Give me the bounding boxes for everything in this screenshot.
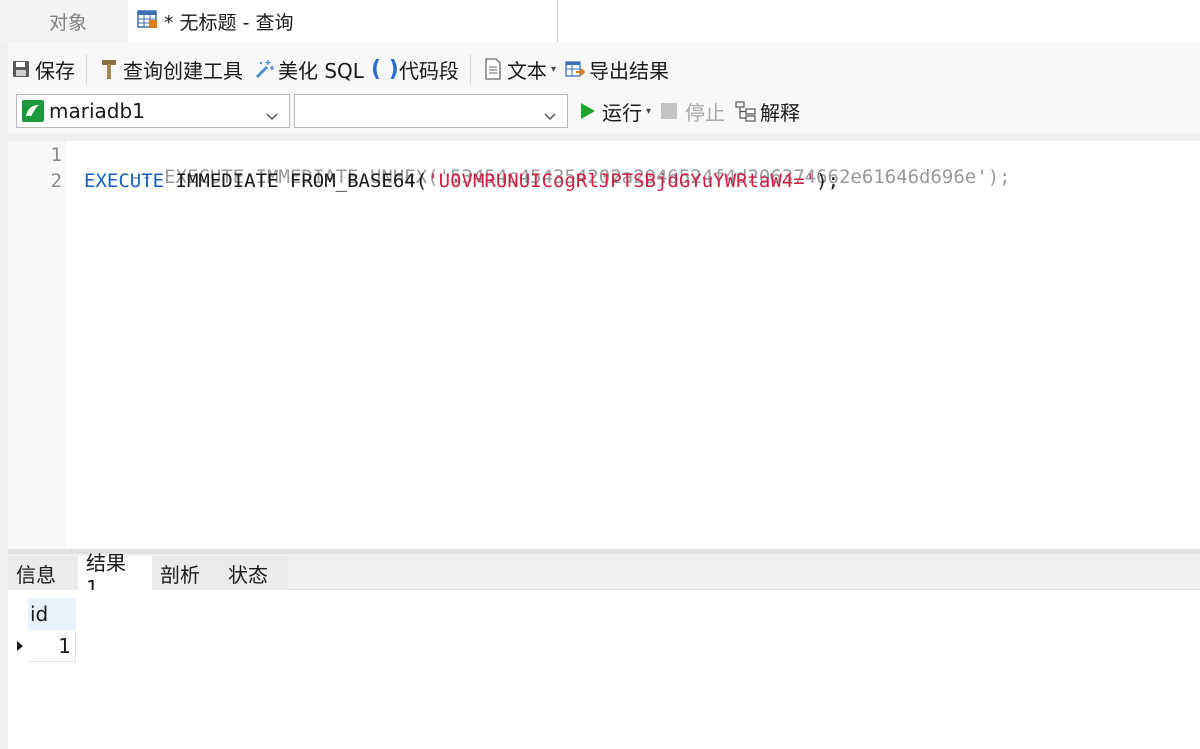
run-button[interactable]: 运行 ▾ (580, 97, 651, 126)
parentheses-icon: ( ) (371, 56, 399, 82)
hammer-icon (98, 58, 120, 80)
line-number: 2 (50, 170, 62, 192)
tab-info-label: 信息 (16, 562, 56, 587)
tab-profile-label: 剖析 (160, 562, 200, 587)
table-cell[interactable]: 1 (28, 630, 76, 662)
run-controls: 运行 ▾ 停止 解释 (580, 97, 810, 126)
document-icon (482, 58, 504, 80)
chevron-down-icon (543, 104, 557, 121)
stop-icon (661, 103, 678, 119)
export-icon (564, 58, 586, 80)
tab-objects[interactable]: 对象 (8, 0, 128, 42)
line-number: 1 (50, 144, 62, 166)
tab-objects-label: 对象 (48, 11, 87, 34)
dropdown-caret-icon[interactable]: ▾ (551, 64, 556, 75)
table-query-icon (136, 8, 158, 35)
sql-string: 'U0VMRUNUICogRlJPTSBjdGYuYWRtaW4=' (427, 170, 817, 192)
toolbar-separator (469, 54, 471, 84)
tab-result-1[interactable]: 结果 1 (78, 551, 152, 600)
column-header-label: id (30, 602, 49, 626)
cell-value: 1 (58, 633, 71, 658)
save-icon (10, 58, 32, 80)
query-builder-label: 查询创建工具 (123, 58, 243, 83)
toolbar-row-main: 保存 查询创建工具 美化 SQL () 代码段 文本 ▾ 导出结果 (8, 52, 671, 86)
tab-profile[interactable]: 剖析 (152, 556, 220, 590)
connection-selected-label: mariadb1 (49, 99, 145, 123)
text-view-button[interactable]: 文本 ▾ (480, 52, 558, 86)
toolbar-row-connection: mariadb1 运行 ▾ 停止 解释 (16, 94, 810, 128)
beautify-sql-button[interactable]: 美化 SQL (251, 52, 366, 86)
export-results-label: 导出结果 (588, 58, 669, 83)
explain-icon (735, 100, 757, 122)
tab-query[interactable]: * 无标题 - 查询 (128, 0, 558, 42)
code-line-2[interactable]: EXECUTE IMMEDIATE FROM_BASE64('U0VMRUNUI… (84, 170, 839, 192)
magic-wand-icon (253, 58, 275, 80)
mariadb-icon (21, 99, 45, 123)
tab-status-label: 状态 (228, 562, 268, 587)
explain-label: 解释 (760, 100, 801, 125)
line-number-gutter: 1 2 (8, 141, 66, 549)
chevron-down-icon (265, 104, 279, 121)
stop-button[interactable]: 停止 (661, 97, 725, 126)
query-builder-button[interactable]: 查询创建工具 (96, 52, 245, 86)
tab-info[interactable]: 信息 (8, 556, 78, 590)
code-snippet-label: 代码段 (398, 58, 459, 83)
dropdown-caret-icon[interactable]: ▾ (646, 106, 651, 117)
column-header-id[interactable]: id (28, 598, 76, 630)
play-icon (580, 102, 596, 120)
save-label: 保存 (35, 58, 75, 83)
sql-keyword: EXECUTE (84, 170, 165, 192)
code-snippet-button[interactable]: ( ) 代码段 (371, 52, 461, 86)
save-button[interactable]: 保存 (8, 52, 77, 86)
export-results-button[interactable]: 导出结果 (562, 52, 671, 86)
table-row[interactable]: 1 (8, 630, 78, 662)
run-label: 运行 (602, 100, 642, 125)
query-toolbar: 保存 查询创建工具 美化 SQL () 代码段 文本 ▾ 导出结果 maria… (8, 42, 1200, 133)
connection-select[interactable]: mariadb1 (16, 94, 290, 128)
row-pointer-icon (12, 630, 28, 662)
explain-button[interactable]: 解释 (735, 97, 800, 126)
tab-status[interactable]: 状态 (220, 556, 288, 590)
tab-bar-empty-area (558, 0, 1200, 42)
result-grid[interactable]: id 1 (8, 590, 1200, 749)
sql-text: ); (816, 170, 840, 192)
text-view-label: 文本 (506, 58, 547, 83)
sql-text: IMMEDIATE FROM_BASE64( (164, 170, 428, 192)
sql-editor[interactable]: 1 2 -- EXECUTE IMMEDIATE UNHEX('53454c45… (8, 141, 1200, 549)
stop-label: 停止 (685, 100, 726, 125)
result-tab-bar: 信息 结果 1 剖析 状态 (8, 551, 1200, 600)
tab-query-label: * 无标题 - 查询 (164, 11, 294, 34)
beautify-sql-label: 美化 SQL (278, 58, 364, 83)
database-select[interactable] (294, 94, 568, 128)
document-tab-bar: 对象 * 无标题 - 查询 (0, 0, 1200, 42)
toolbar-separator (86, 54, 87, 84)
